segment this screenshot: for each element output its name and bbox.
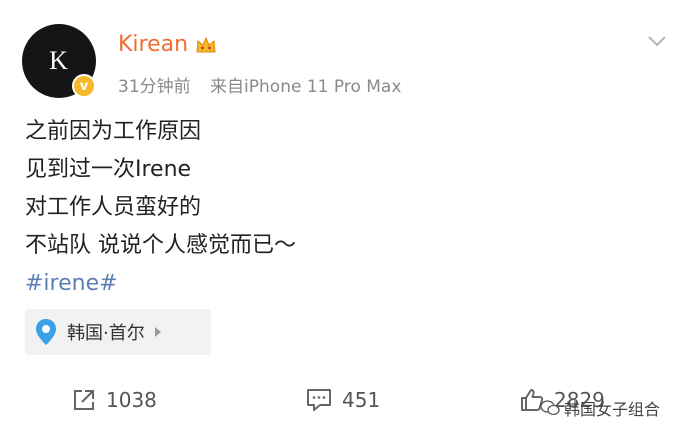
repost-count: 1038 bbox=[106, 388, 157, 412]
repost-button[interactable]: 1038 bbox=[72, 388, 157, 412]
post-content: 之前因为工作原因 见到过一次Irene 对工作人员蛮好的 不站队 说说个人感觉而… bbox=[25, 113, 296, 303]
username[interactable]: Kirean bbox=[118, 32, 188, 57]
watermark: 韩国女子组合 bbox=[540, 396, 660, 420]
post-meta: 31分钟前 来自iPhone 11 Pro Max bbox=[118, 72, 401, 97]
post-time: 31分钟前 bbox=[118, 77, 191, 97]
avatar-letter: K bbox=[49, 46, 69, 75]
location-tag[interactable]: 韩国·首尔 bbox=[25, 309, 211, 355]
comment-button[interactable]: 451 bbox=[306, 388, 380, 412]
verified-badge-icon: v bbox=[72, 74, 96, 98]
chevron-right-icon bbox=[154, 327, 161, 337]
post-line: 见到过一次Irene bbox=[25, 157, 192, 182]
username-row: Kirean bbox=[118, 32, 218, 57]
post-line: 之前因为工作原因 bbox=[25, 119, 202, 144]
location-pin-icon bbox=[36, 319, 56, 345]
vip-crown-icon bbox=[194, 34, 218, 56]
wechat-icon bbox=[540, 400, 560, 416]
post-line: 对工作人员蛮好的 bbox=[25, 195, 202, 220]
comment-count: 451 bbox=[342, 388, 381, 412]
post-source: 来自iPhone 11 Pro Max bbox=[210, 77, 402, 97]
post-line: 不站队 说说个人感觉而已～ bbox=[25, 233, 296, 258]
location-label: 韩国·首尔 bbox=[67, 323, 145, 344]
watermark-text: 韩国女子组合 bbox=[564, 400, 661, 419]
hashtag-link[interactable]: #irene# bbox=[25, 265, 296, 303]
share-icon bbox=[74, 390, 94, 410]
chevron-down-icon[interactable] bbox=[646, 30, 668, 52]
comment-icon bbox=[307, 389, 331, 411]
